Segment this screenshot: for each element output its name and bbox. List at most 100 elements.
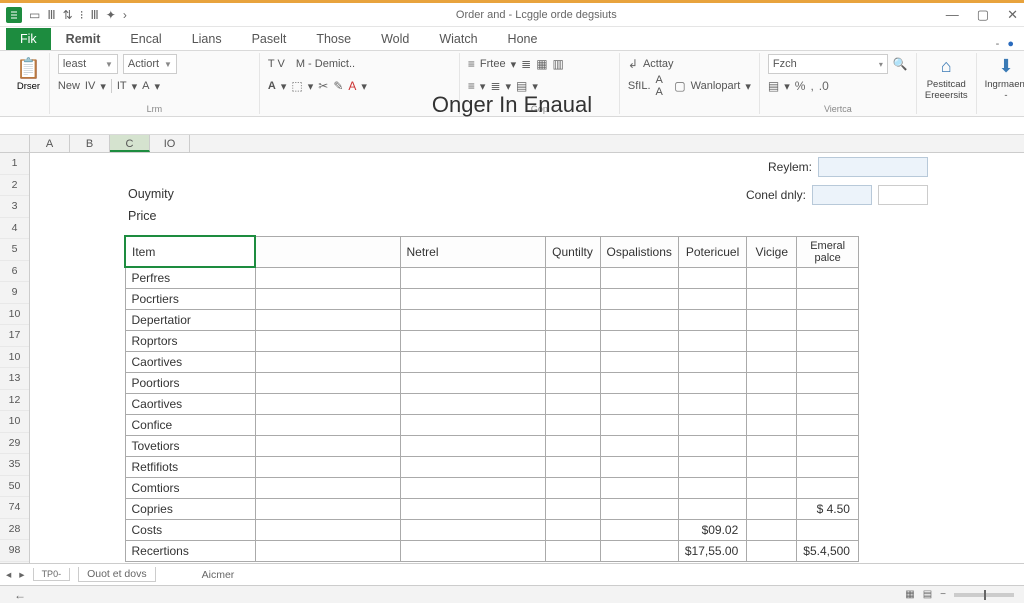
num-icon-2[interactable]: % [795, 79, 806, 93]
col-header-c[interactable]: C [110, 135, 150, 152]
view-layout-icon[interactable]: ▤ [923, 589, 932, 600]
row-header[interactable]: 3 [0, 196, 29, 218]
th-qty[interactable]: Quntilty [545, 236, 600, 267]
th-pot[interactable]: Potericuel [678, 236, 746, 267]
col-header-io[interactable]: IO [150, 135, 190, 152]
row-header[interactable]: 12 [0, 390, 29, 412]
th-osp[interactable]: Ospalistions [600, 236, 678, 267]
ribbon-tab-2[interactable]: Lians [177, 28, 237, 50]
col-header-b[interactable]: B [70, 135, 110, 152]
row-header[interactable]: 50 [0, 476, 29, 498]
row-header[interactable]: 98 [0, 540, 29, 562]
merge-icon[interactable]: ▦ [536, 57, 547, 71]
aa-label[interactable]: A A [656, 74, 670, 98]
row-header[interactable]: 10 [0, 347, 29, 369]
sheet-tab-2[interactable]: Aicmer [202, 569, 235, 581]
zoom-out-icon[interactable]: − [940, 589, 946, 600]
indent-icon[interactable]: ▥ [553, 57, 564, 71]
table-row[interactable]: Caortives [125, 352, 858, 373]
ribbon-collapse-icon[interactable]: - [996, 38, 1000, 50]
card-0[interactable]: ⌂PestitcadEreeersits [917, 53, 977, 114]
frtee-label[interactable]: Frtee [480, 58, 506, 70]
sheet-nav-next-icon[interactable]: ▸ [19, 569, 24, 581]
tv-label[interactable]: T V [268, 58, 285, 70]
sheet-tab-1[interactable]: Ouot et dovs [78, 567, 156, 582]
table-row[interactable]: Costs$09.02 [125, 520, 858, 541]
minimize-button[interactable]: — [946, 7, 959, 23]
table-row[interactable]: Comtiors [125, 478, 858, 499]
align-left-icon[interactable]: ≡ [468, 57, 475, 71]
paste-icon[interactable]: 📋 [16, 56, 41, 81]
th-em[interactable]: Emeralpalce [797, 236, 859, 267]
fill-icon[interactable]: ⬚ [291, 79, 302, 93]
close-button[interactable]: ✕ [1007, 7, 1018, 23]
qat-icon-6[interactable]: ✦ [106, 8, 116, 22]
alignment-icon-1[interactable]: ≡ [468, 79, 475, 93]
row-header[interactable]: 4 [0, 218, 29, 240]
row-header[interactable]: 74 [0, 497, 29, 519]
th-vic[interactable]: Vicige [747, 236, 797, 267]
ribbon-tab-3[interactable]: Paselt [237, 28, 302, 50]
row-header[interactable]: 9 [0, 282, 29, 304]
acttay-label[interactable]: Acttay [643, 58, 674, 70]
table-row[interactable]: Confice [125, 415, 858, 436]
ribbon-tab-4[interactable]: Those [301, 28, 366, 50]
ribbon-tab-5[interactable]: Wold [366, 28, 424, 50]
th-netrel[interactable]: Netrel [400, 236, 545, 267]
m-label[interactable]: M - Demict.. [296, 58, 355, 70]
row-header[interactable]: 17 [0, 325, 29, 347]
box-icon[interactable]: ▢ [674, 79, 685, 93]
row-header[interactable]: 1 [0, 153, 29, 175]
table-row[interactable]: Caortives [125, 394, 858, 415]
wank-label[interactable]: Wanlopart [691, 80, 741, 92]
select-all-corner[interactable] [0, 135, 30, 152]
bold-a[interactable]: A [268, 80, 276, 92]
sfil-label[interactable]: SfIL. [628, 80, 651, 92]
ribbon-tab-6[interactable]: Wiatch [424, 28, 492, 50]
alignment-icon-2[interactable]: ≣ [490, 79, 500, 93]
qat-icon-3[interactable]: ⇅ [63, 8, 73, 22]
th-blank[interactable] [255, 236, 400, 267]
conel-input-1[interactable] [812, 185, 872, 205]
status-back-icon[interactable]: ← [14, 588, 26, 602]
font-name-combo[interactable]: least▼ [58, 54, 118, 74]
row-header[interactable]: 13 [0, 368, 29, 390]
view-normal-icon[interactable]: ▦ [905, 589, 914, 600]
zoom-slider[interactable] [954, 593, 1014, 597]
sheet-nav-prev-icon[interactable]: ◂ [6, 569, 11, 581]
num-icon-3[interactable]: , [810, 79, 813, 93]
table-row[interactable]: Roprtors [125, 331, 858, 352]
table-row[interactable]: Retfifiots [125, 457, 858, 478]
sheet-tab-0[interactable]: TP0- [33, 568, 71, 581]
th-item[interactable]: Item [125, 236, 255, 267]
col-header-a[interactable]: A [30, 135, 70, 152]
reylem-input[interactable] [818, 157, 928, 177]
file-tab[interactable]: Fik [6, 28, 51, 50]
qat-icon-5[interactable]: Ⅲ [91, 8, 99, 22]
row-header[interactable]: 35 [0, 454, 29, 476]
ribbon-tab-7[interactable]: Hone [493, 28, 553, 50]
iv-dropdown-icon[interactable]: ▾ [100, 80, 106, 93]
conel-input-2[interactable] [878, 185, 928, 205]
align-group-icon[interactable]: ≣ [521, 57, 531, 71]
table-row[interactable]: Copries$ 4.50 [125, 499, 858, 520]
maximize-button[interactable]: ▢ [977, 7, 989, 23]
row-header[interactable]: 29 [0, 433, 29, 455]
num-icon-4[interactable]: .0 [819, 79, 829, 93]
font-color-icon[interactable]: A [348, 79, 356, 93]
worksheet-area[interactable]: 123456910171013121029355074289825 Reylem… [0, 153, 1024, 563]
qat-icon-1[interactable]: ▭ [29, 8, 40, 22]
a1-label[interactable]: A [142, 80, 149, 92]
card-1[interactable]: ⬇Ingrmaent- [977, 53, 1024, 114]
table-row[interactable]: Recertions$17,55.00$5.4,500 [125, 541, 858, 562]
row-header[interactable]: 5 [0, 239, 29, 261]
row-header[interactable]: 25 [0, 562, 29, 564]
row-header[interactable]: 6 [0, 261, 29, 283]
eraser-icon[interactable]: ✂ [318, 79, 328, 93]
row-header[interactable]: 10 [0, 304, 29, 326]
table-row[interactable]: Pocrtiers [125, 289, 858, 310]
table-row[interactable]: Poortiors [125, 373, 858, 394]
paint-icon[interactable]: ✎ [333, 79, 343, 93]
ribbon-help-icon[interactable]: ● [1007, 38, 1014, 50]
wrap-icon[interactable]: ↲ [628, 57, 638, 71]
